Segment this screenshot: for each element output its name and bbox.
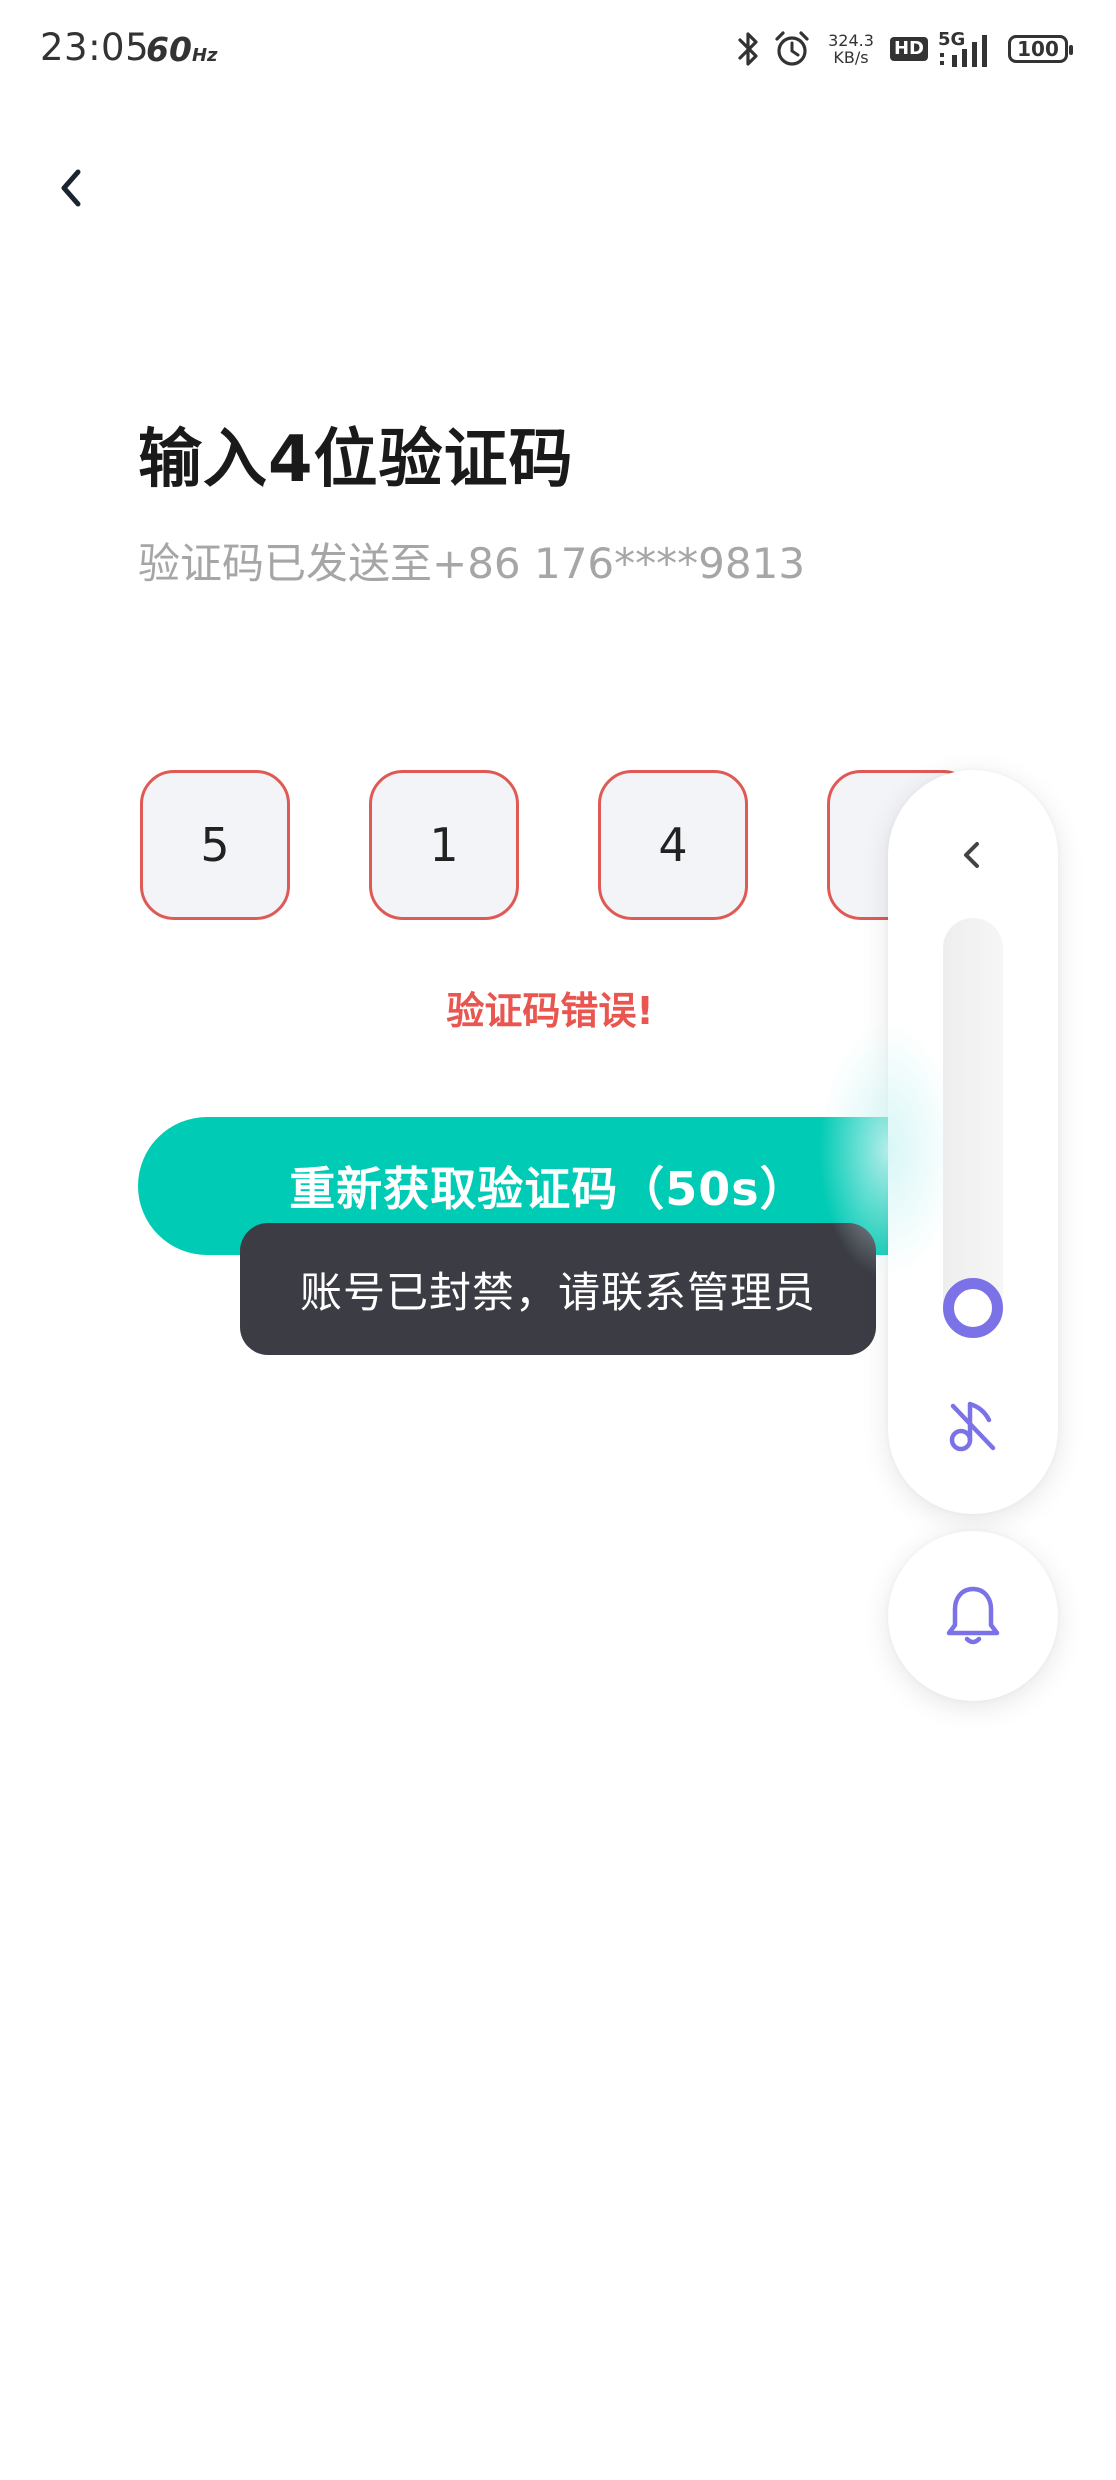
refresh-rate-value: 60 xyxy=(146,30,192,69)
phone-sent-hint: 验证码已发送至+86 176****9813 xyxy=(138,539,806,588)
status-bar: 23:05 60Hz 324.3 KB/s HD 5G 100 xyxy=(0,0,1116,100)
page-title: 输入4位验证码 xyxy=(138,423,574,497)
alarm-icon xyxy=(772,29,812,69)
toast-message: 账号已封禁，请联系管理员 xyxy=(240,1223,876,1355)
battery-icon: 100 xyxy=(1008,35,1073,63)
chevron-left-icon xyxy=(964,842,979,868)
code-digit-box[interactable]: 5 xyxy=(140,770,290,920)
volume-slider-thumb[interactable] xyxy=(943,1278,1003,1338)
refresh-rate-unit: Hz xyxy=(191,45,218,66)
music-muted-icon xyxy=(949,1401,996,1452)
status-time: 23:05 xyxy=(40,26,150,69)
network-speed: 324.3 KB/s xyxy=(822,32,880,66)
notification-volume-button[interactable] xyxy=(888,1531,1058,1701)
network-speed-unit: KB/s xyxy=(833,48,869,67)
ringer-mute-button[interactable] xyxy=(943,1392,1003,1462)
back-button[interactable] xyxy=(44,158,104,218)
code-digit-box[interactable]: 1 xyxy=(369,770,519,920)
resend-code-label: 重新获取验证码（50s） xyxy=(289,1162,807,1216)
bluetooth-icon xyxy=(734,29,762,69)
volume-slider-track[interactable] xyxy=(943,918,1003,1338)
status-icons: 324.3 KB/s HD 5G 100 xyxy=(734,24,1073,74)
refresh-rate: 60Hz xyxy=(146,30,217,69)
hd-badge: HD xyxy=(889,37,928,61)
volume-collapse-button[interactable] xyxy=(943,825,1003,885)
volume-panel-glow xyxy=(818,1020,958,1280)
signal-icon: 5G xyxy=(938,29,998,69)
network-speed-value: 324.3 xyxy=(828,31,874,50)
code-digit-box[interactable]: 4 xyxy=(598,770,748,920)
bell-icon xyxy=(946,1586,1000,1645)
back-arrow-icon xyxy=(61,169,81,207)
volume-panel xyxy=(818,770,1058,1514)
